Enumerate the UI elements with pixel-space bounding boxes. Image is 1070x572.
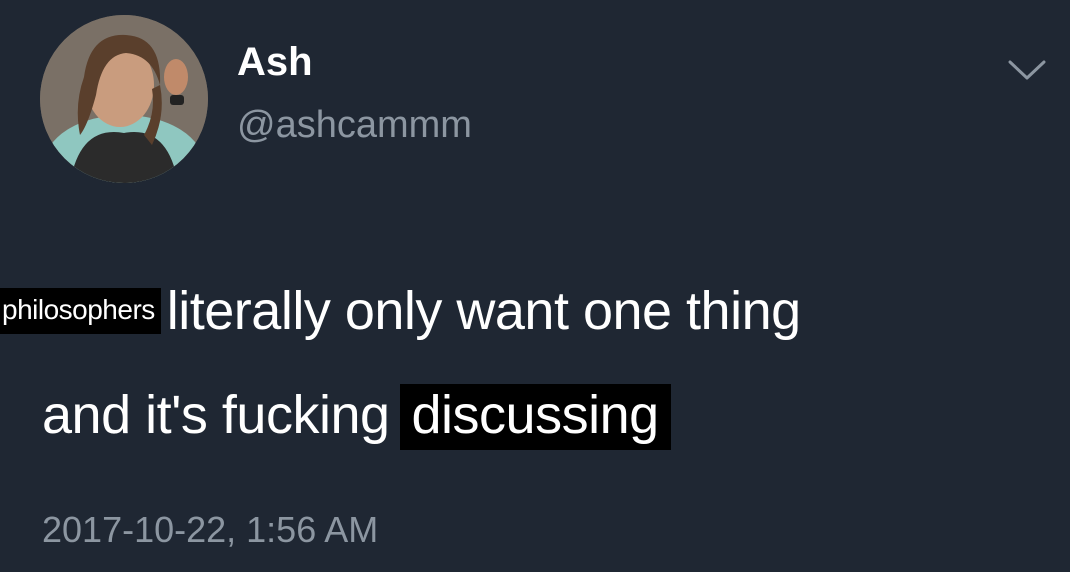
tweet-text-2: and it's fucking: [42, 385, 390, 445]
caption-sticker-philosophers: philosophers: [0, 288, 161, 334]
tweet-text-1: literally only want one thing: [166, 281, 801, 341]
avatar[interactable]: [40, 15, 208, 183]
tweet-timestamp[interactable]: 2017-10-22, 1:56 AM: [42, 512, 378, 548]
tweet-text-line-2: and it's fucking discussing: [42, 384, 671, 450]
chevron-down-icon[interactable]: [1006, 56, 1048, 84]
avatar-photo-icon: [40, 15, 208, 183]
caption-sticker-discussing: discussing: [399, 384, 671, 450]
user-handle[interactable]: @ashcammm: [237, 106, 472, 144]
tweet-card: Ash @ashcammm philosophers literally only…: [0, 0, 1070, 572]
tweet-text-line-1: philosophers literally only want one thin…: [0, 284, 801, 344]
display-name[interactable]: Ash: [237, 42, 313, 82]
